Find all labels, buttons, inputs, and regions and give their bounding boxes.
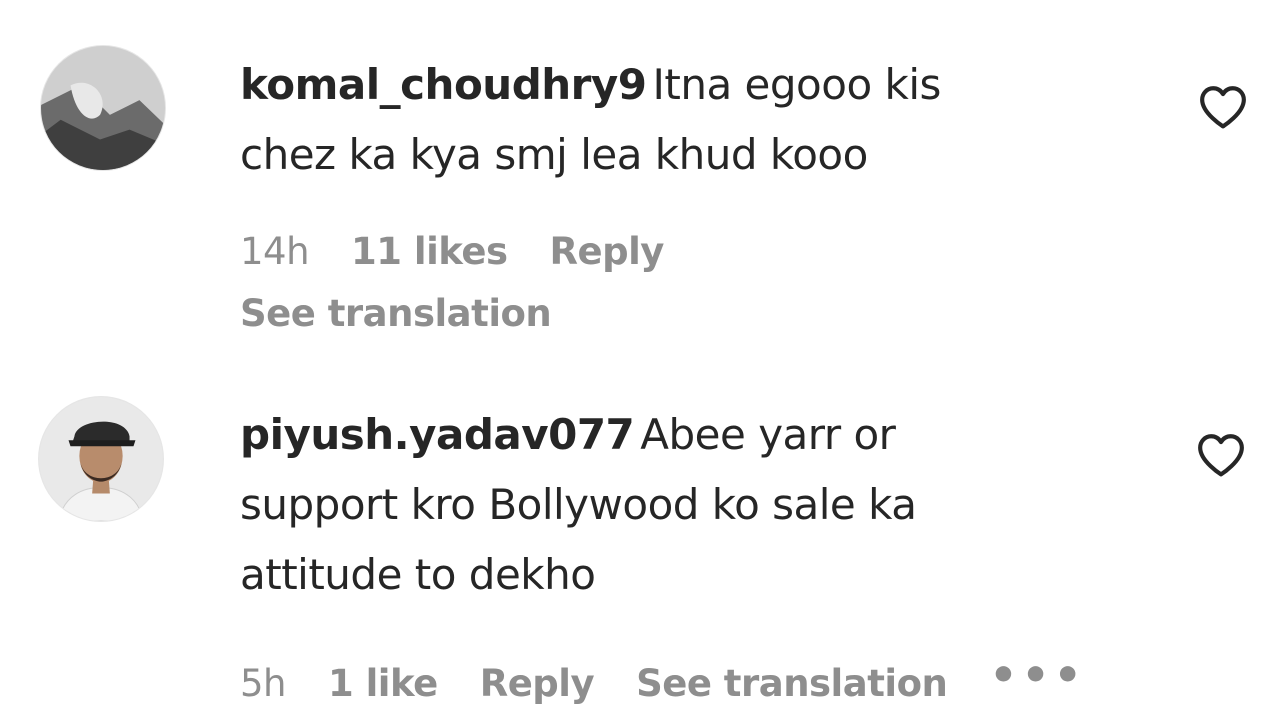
username-link[interactable]: komal_choudhry9 [240, 60, 647, 109]
comment-item: komal_choudhry9 Itna egooo kis chez ka ky… [0, 0, 1280, 360]
comment-body: komal_choudhry9 Itna egooo kis chez ka ky… [240, 50, 1100, 190]
comment-meta: 5h 1 like Reply See translation ••• [240, 650, 1128, 705]
timestamp[interactable]: 5h [240, 662, 287, 705]
likes-count[interactable]: 11 likes [351, 230, 508, 273]
comment-item: piyush.yadav077 Abee yarr or support kro … [0, 360, 1280, 722]
see-translation-button[interactable]: See translation [636, 662, 948, 705]
more-options-icon[interactable]: ••• [989, 650, 1085, 701]
avatar-image [41, 46, 165, 170]
heart-outline-icon[interactable] [1198, 84, 1248, 130]
comment-text: attitude to dekho [240, 550, 596, 599]
avatar-image [39, 397, 163, 521]
comment-text: support kro Bollywood ko sale ka [240, 480, 917, 529]
reply-button[interactable]: Reply [480, 662, 595, 705]
username-link[interactable]: piyush.yadav077 [240, 410, 635, 459]
comment-meta-row2: See translation [240, 292, 593, 335]
comment-body: piyush.yadav077 Abee yarr or support kro … [240, 400, 1100, 610]
user-avatar[interactable] [38, 396, 164, 522]
likes-count[interactable]: 1 like [328, 662, 438, 705]
see-translation-button[interactable]: See translation [240, 292, 552, 335]
comment-text: Abee yarr or [640, 410, 896, 459]
timestamp[interactable]: 14h [240, 230, 310, 273]
comment-text: Itna egooo kis [652, 60, 942, 109]
heart-outline-icon[interactable] [1196, 432, 1246, 478]
reply-button[interactable]: Reply [550, 230, 665, 273]
comment-text: chez ka kya smj lea khud kooo [240, 130, 868, 179]
user-avatar[interactable] [40, 45, 166, 171]
comment-meta: 14h 11 likes Reply [240, 230, 706, 273]
